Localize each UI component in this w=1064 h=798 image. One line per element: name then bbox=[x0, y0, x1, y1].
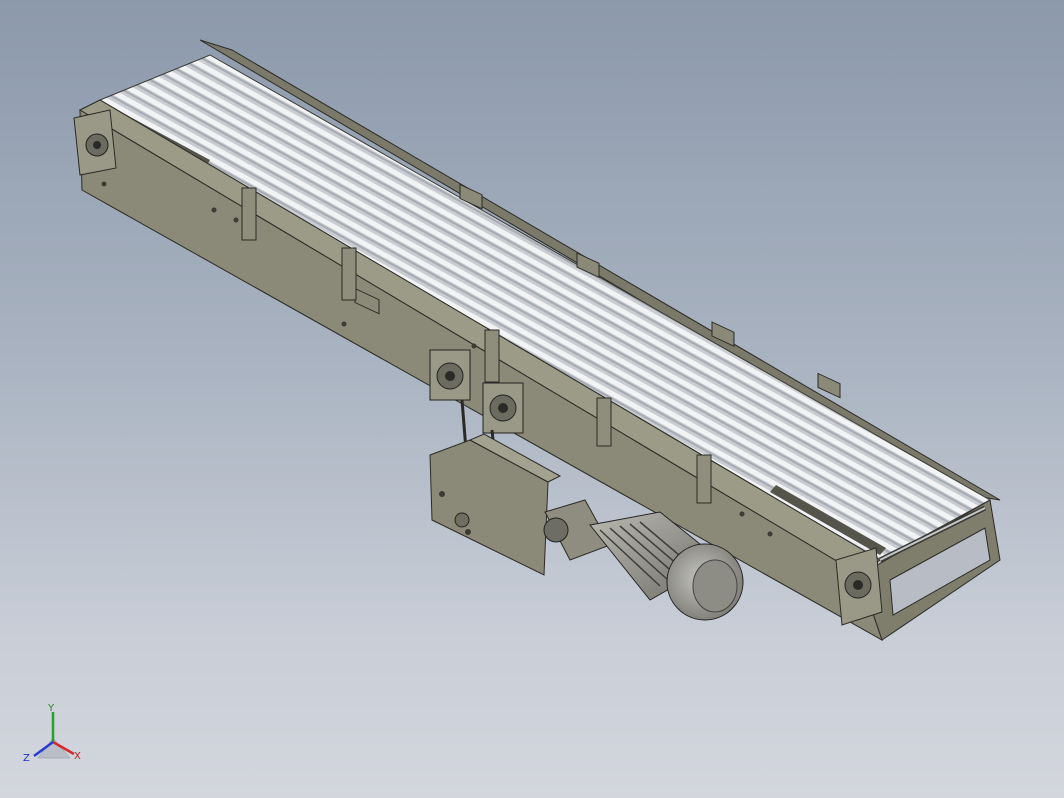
graphics-viewport[interactable]: Y X Z bbox=[0, 0, 1064, 798]
x-axis-label: X bbox=[74, 751, 81, 762]
z-axis-label: Z bbox=[23, 753, 30, 764]
axis-triad: Y X Z bbox=[23, 703, 81, 764]
conveyor-model[interactable] bbox=[0, 0, 1064, 798]
y-axis-label: Y bbox=[47, 703, 55, 714]
